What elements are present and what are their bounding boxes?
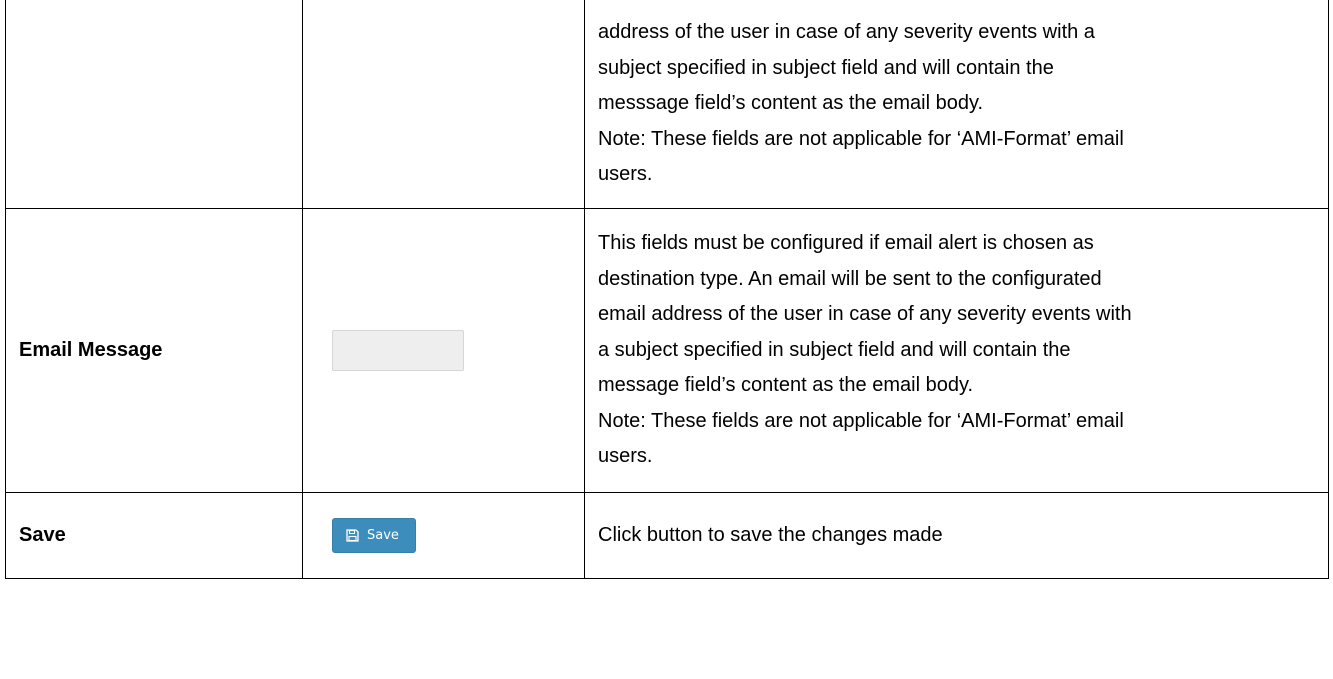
description-line: destination type. An email will be sent …	[598, 267, 1102, 290]
description-cell: Click button to save the changes made	[584, 492, 1329, 579]
field-reference-table: address of the user in case of any sever…	[5, 0, 1329, 579]
description-line: subject specified in subject field and w…	[598, 56, 1054, 79]
description-line: messsage field’s content as the email bo…	[598, 92, 984, 115]
description-line: Click button to save the changes made	[598, 523, 943, 546]
description-line: Note: These fields are not applicable fo…	[598, 127, 1124, 150]
save-button[interactable]: Save	[332, 518, 416, 553]
description-line: This fields must be configured if email …	[598, 232, 1094, 255]
sample-cell: Save	[302, 492, 585, 579]
sample-cell	[302, 208, 585, 493]
description-line: address of the user in case of any sever…	[598, 21, 1095, 44]
table-row: address of the user in case of any sever…	[5, 0, 1329, 209]
description-line: email address of the user in case of any…	[598, 303, 1132, 326]
description-line: Note: These fields are not applicable fo…	[598, 409, 1124, 432]
field-label-cell: Email Message	[5, 208, 303, 493]
description-line: message field’s content as the email bod…	[598, 374, 974, 397]
table-row: Email Message This fields must be config…	[5, 208, 1329, 493]
description-cell: This fields must be configured if email …	[584, 208, 1329, 493]
sample-cell	[302, 0, 585, 209]
table-row: Save Save Click button to save the chang…	[5, 492, 1329, 579]
description-line: a subject specified in subject field and…	[598, 338, 1071, 361]
field-label-cell	[5, 0, 303, 209]
floppy-disk-icon	[346, 529, 359, 542]
description-line: users.	[598, 163, 653, 186]
description-line: users.	[598, 445, 653, 468]
save-button-label: Save	[367, 528, 399, 543]
description-cell: address of the user in case of any sever…	[584, 0, 1329, 209]
email-message-input[interactable]	[332, 330, 464, 371]
field-label-cell: Save	[5, 492, 303, 579]
